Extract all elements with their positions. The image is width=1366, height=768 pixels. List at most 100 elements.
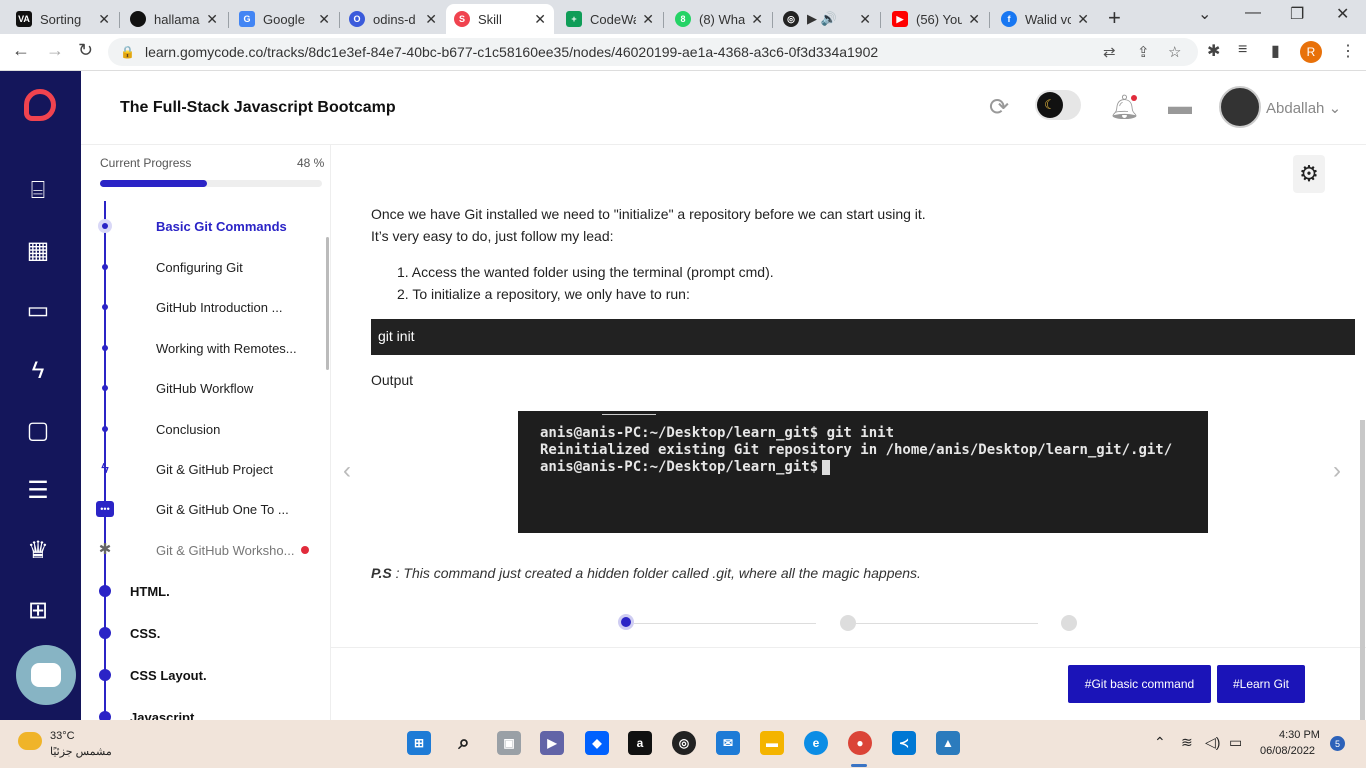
module-css-layout[interactable]: CSS Layout. — [130, 668, 207, 683]
browser-tab[interactable]: ▶ (56) You ✕ — [884, 4, 988, 34]
browser-tab[interactable]: f Walid vo ✕ — [993, 4, 1097, 34]
browser-tab[interactable]: 8 (8) What ✕ — [667, 4, 771, 34]
tab-search-icon[interactable]: ⌄ — [1198, 4, 1211, 24]
search-icon[interactable]: ⌕ — [452, 731, 476, 755]
mail-icon[interactable]: ✉ — [716, 731, 740, 755]
lesson-dot — [102, 426, 108, 432]
forward-icon[interactable]: → — [46, 40, 64, 61]
dashboard-icon[interactable]: ⌸ — [22, 177, 54, 205]
clock-time[interactable]: 4:30 PM — [1279, 729, 1320, 741]
translate-icon[interactable]: ⇄ — [1103, 43, 1116, 61]
lesson-git-github-project[interactable]: Git & GitHub Project — [156, 462, 273, 477]
clock-date[interactable]: 06/08/2022 — [1260, 745, 1315, 757]
dark-mode-toggle[interactable]: ☾ — [1035, 90, 1081, 120]
photos-icon[interactable]: ▲ — [936, 731, 960, 755]
user-menu[interactable]: Abdallah ⌄ — [1266, 99, 1341, 117]
url-input[interactable]: 🔒 learn.gomycode.co/tracks/8dc1e3ef-84e7… — [108, 38, 1198, 66]
user-avatar[interactable] — [1219, 86, 1261, 128]
stepper-dot-active[interactable] — [618, 614, 634, 630]
lesson-configuring-git[interactable]: Configuring Git — [156, 260, 243, 275]
lesson-github-introduction[interactable]: GitHub Introduction ... — [156, 300, 282, 315]
module-javascript[interactable]: Javascript — [130, 710, 194, 720]
browser-tab-active[interactable]: S Skill ✕ — [446, 4, 554, 34]
teams-icon[interactable]: ▶ — [540, 731, 564, 755]
messages-icon[interactable]: ▬ — [1168, 93, 1192, 121]
tag-learn-git[interactable]: #Learn Git — [1217, 665, 1305, 703]
lesson-github-workflow[interactable]: GitHub Workflow — [156, 381, 253, 396]
close-tab-icon[interactable]: ✕ — [968, 11, 980, 28]
browser-tab[interactable]: + CodeWa ✕ — [558, 4, 662, 34]
close-tab-icon[interactable]: ✕ — [1077, 11, 1089, 28]
content-scrollbar[interactable] — [1360, 420, 1365, 720]
battery-icon[interactable]: ▭ — [1229, 734, 1242, 751]
module-css[interactable]: CSS. — [130, 626, 160, 641]
lesson-git-github-one-to-one[interactable]: Git & GitHub One To ... — [156, 502, 289, 517]
reload-icon[interactable]: ↻ — [78, 40, 93, 61]
amazon-icon[interactable]: a — [628, 731, 652, 755]
start-icon[interactable]: ⊞ — [407, 731, 431, 755]
stepper-dot[interactable] — [840, 615, 856, 631]
document-icon[interactable]: ☰ — [22, 477, 54, 505]
chrome-icon[interactable]: ● — [848, 731, 872, 755]
close-tab-icon[interactable]: ✕ — [318, 11, 330, 28]
close-tab-icon[interactable]: ✕ — [425, 11, 437, 28]
browser-tab[interactable]: VA Sorting ✕ — [8, 4, 118, 34]
sync-icon[interactable]: ⟳ — [989, 93, 1009, 122]
notification-badge[interactable]: 5 — [1330, 736, 1345, 751]
message-icon[interactable]: ▢ — [22, 417, 54, 445]
next-arrow-icon[interactable]: › — [1333, 457, 1341, 485]
lesson-working-with-remotes[interactable]: Working with Remotes... — [156, 341, 297, 356]
browser-tab[interactable]: ◎ ▶ 🔊 ✕ — [775, 4, 879, 34]
wifi-icon[interactable]: ≋ — [1181, 734, 1193, 751]
close-tab-icon[interactable]: ✕ — [751, 11, 763, 28]
volume-icon[interactable]: ◁) — [1205, 734, 1220, 751]
previous-arrow-icon[interactable]: ‹ — [343, 457, 351, 485]
extensions-icon[interactable]: ✱ — [1207, 41, 1220, 61]
gomycode-logo[interactable] — [24, 89, 56, 121]
restore-icon[interactable]: ❐ — [1290, 4, 1304, 24]
share-icon[interactable]: ⇪ — [1137, 43, 1150, 61]
browser-tab[interactable]: G Google ✕ — [231, 4, 338, 34]
profile-avatar[interactable]: R — [1300, 41, 1322, 63]
bookmark-star-icon[interactable]: ☆ — [1168, 43, 1181, 61]
lesson-content: ⚙ Once we have Git installed we need to … — [331, 145, 1366, 720]
close-tab-icon[interactable]: ✕ — [859, 11, 871, 28]
close-tab-icon[interactable]: ✕ — [206, 11, 218, 28]
media-controls-icon[interactable]: ≡ — [1238, 41, 1247, 59]
menu-dots-icon[interactable]: ⋮ — [1340, 41, 1356, 61]
task-view-icon[interactable]: ▣ — [497, 731, 521, 755]
module-html[interactable]: HTML. — [130, 584, 170, 599]
close-tab-icon[interactable]: ✕ — [642, 11, 654, 28]
laptop-icon[interactable]: ▭ — [22, 297, 54, 325]
back-icon[interactable]: ← — [12, 40, 30, 61]
lesson-dot — [102, 264, 108, 270]
settings-gear-icon[interactable]: ⚙ — [1293, 155, 1325, 193]
minimize-icon[interactable]: — — [1245, 4, 1261, 22]
chat-support-button[interactable] — [16, 645, 76, 705]
lesson-conclusion[interactable]: Conclusion — [156, 422, 220, 437]
trophy-icon[interactable]: ♛ — [22, 537, 54, 565]
tag-git-basic-command[interactable]: #Git basic command — [1068, 665, 1211, 703]
new-tab-icon[interactable]: + — [1108, 5, 1121, 31]
tray-chevron-icon[interactable]: ⌃ — [1154, 734, 1166, 751]
browser-tab[interactable]: hallama ✕ — [122, 4, 226, 34]
calendar-icon[interactable]: ▦ — [22, 237, 54, 265]
side-panel-icon[interactable]: ▮ — [1271, 41, 1280, 61]
hierarchy-icon[interactable]: ⊞ — [22, 597, 54, 625]
sidebar-scrollbar[interactable] — [326, 237, 329, 370]
weather-icon[interactable] — [18, 732, 42, 750]
weather-temperature[interactable]: 33°C — [50, 730, 75, 742]
app-icon[interactable]: ◎ — [672, 731, 696, 755]
dropbox-icon[interactable]: ◆ — [585, 731, 609, 755]
browser-tab[interactable]: Oodins-d ✕ — [341, 4, 445, 34]
file-explorer-icon[interactable]: ▬ — [760, 731, 784, 755]
close-tab-icon[interactable]: ✕ — [534, 11, 546, 28]
lesson-git-github-workshop[interactable]: Git & GitHub Worksho... — [156, 543, 294, 558]
close-window-icon[interactable]: ✕ — [1336, 4, 1349, 24]
vscode-icon[interactable]: ≺ — [892, 731, 916, 755]
lesson-basic-git-commands[interactable]: Basic Git Commands — [156, 219, 287, 234]
lightning-icon[interactable]: ϟ — [22, 357, 54, 385]
close-tab-icon[interactable]: ✕ — [98, 11, 110, 28]
edge-icon[interactable]: e — [804, 731, 828, 755]
stepper-dot[interactable] — [1061, 615, 1077, 631]
